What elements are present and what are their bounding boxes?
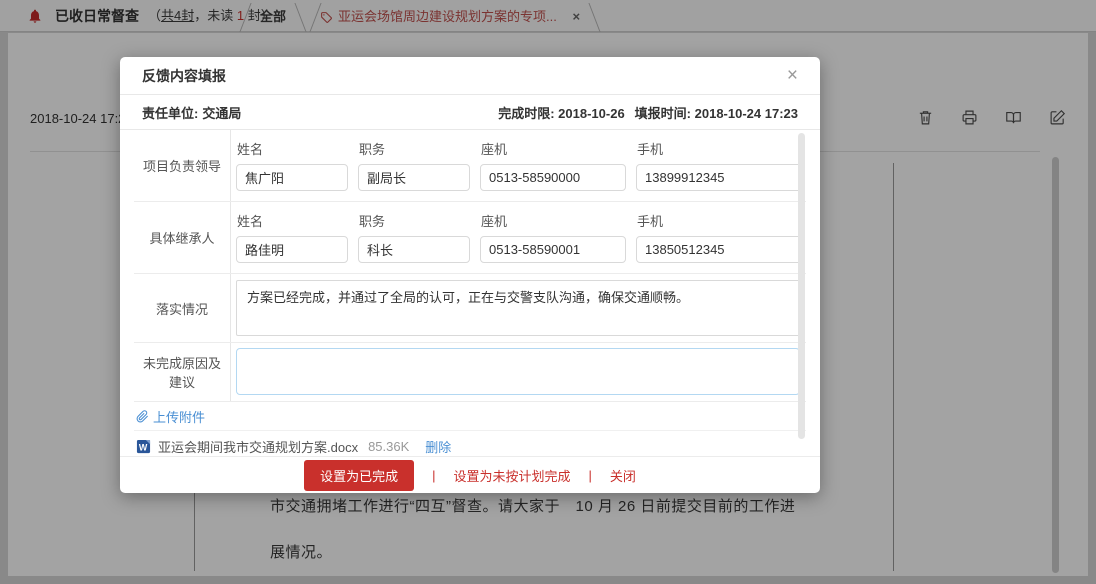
form-row-successor: 具体继承人 姓名 职务 座机 手机 [134, 202, 806, 274]
field-header: 座机 [480, 211, 626, 230]
field-mobile: 手机 [636, 139, 802, 191]
field-header: 职务 [358, 139, 470, 158]
form-row-leader: 项目负责领导 姓名 职务 座机 手机 [134, 130, 806, 202]
field-header: 手机 [636, 211, 802, 230]
field-header: 手机 [636, 139, 802, 158]
filled-value: 2018-10-24 17:23 [695, 106, 798, 121]
attachment-delete-link[interactable]: 删除 [425, 437, 451, 456]
dialog-footer: 设置为已完成 | 设置为未按计划完成 | 关闭 [120, 456, 820, 493]
unit-value: 交通局 [202, 106, 241, 121]
row-fields [231, 343, 806, 401]
form-row-implementation: 落实情况 方案已经完成，并通过了全局的认可，正在与交警支队沟通，确保交通顺畅。 [134, 274, 806, 343]
form-row-uncompleted-reason: 未完成原因及建议 [134, 343, 806, 402]
field-header: 职务 [358, 211, 470, 230]
leader-name-input[interactable] [236, 164, 348, 191]
unit-label: 责任单位: [142, 106, 198, 121]
field-header: 姓名 [236, 139, 348, 158]
close-icon[interactable]: × [787, 66, 798, 85]
row-label: 具体继承人 [134, 202, 231, 273]
deadline-value: 2018-10-26 [558, 106, 625, 121]
filled-label: 填报时间: [635, 106, 691, 121]
field-name: 姓名 [236, 211, 348, 263]
svg-text:W: W [139, 442, 148, 452]
time-info: 完成时限: 2018-10-26 填报时间: 2018-10-24 17:23 [488, 103, 798, 122]
dialog-body: 项目负责领导 姓名 职务 座机 手机 具体继承人 姓名 职务 座机 手机 [120, 130, 820, 456]
footer-separator: | [432, 468, 435, 483]
row-fields: 姓名 职务 座机 手机 [231, 202, 806, 273]
close-button[interactable]: 关闭 [610, 466, 636, 485]
field-position: 职务 [358, 211, 470, 263]
responsible-unit: 责任单位: 交通局 [142, 103, 241, 122]
implementation-textarea[interactable]: 方案已经完成，并通过了全局的认可，正在与交警支队沟通，确保交通顺畅。 [236, 280, 800, 336]
upload-row: 上传附件 [134, 402, 806, 431]
field-landline: 座机 [480, 211, 626, 263]
row-fields: 方案已经完成，并通过了全局的认可，正在与交警支队沟通，确保交通顺畅。 [231, 274, 806, 342]
leader-landline-input[interactable] [480, 164, 626, 191]
upload-label: 上传附件 [153, 407, 205, 426]
paperclip-icon [136, 410, 149, 423]
row-label: 落实情况 [134, 274, 231, 342]
deadline-label: 完成时限: [498, 106, 554, 121]
leader-mobile-input[interactable] [636, 164, 802, 191]
row-label: 未完成原因及建议 [134, 343, 231, 401]
field-header: 姓名 [236, 211, 348, 230]
person-fields: 姓名 职务 座机 手机 [236, 139, 806, 191]
attachment-item: W 亚运会期间我市交通规划方案.docx 85.36K 删除 [134, 431, 806, 456]
footer-separator: | [589, 468, 592, 483]
successor-position-input[interactable] [358, 236, 470, 263]
field-mobile: 手机 [636, 211, 802, 263]
attachment-size: 85.36K [368, 439, 409, 454]
feedback-fill-dialog: 反馈内容填报 × 责任单位: 交通局 完成时限: 2018-10-26 填报时间: … [120, 57, 820, 493]
successor-landline-input[interactable] [480, 236, 626, 263]
dialog-info-row: 责任单位: 交通局 完成时限: 2018-10-26 填报时间: 2018-10-2… [120, 95, 820, 130]
dialog-title: 反馈内容填报 [142, 66, 226, 86]
upload-attachment-link[interactable]: 上传附件 [136, 407, 205, 426]
leader-position-input[interactable] [358, 164, 470, 191]
set-completed-button[interactable]: 设置为已完成 [304, 460, 414, 491]
field-position: 职务 [358, 139, 470, 191]
field-header: 座机 [480, 139, 626, 158]
successor-mobile-input[interactable] [636, 236, 802, 263]
dialog-scrollbar[interactable] [798, 133, 805, 439]
word-doc-icon: W [136, 439, 151, 454]
field-landline: 座机 [480, 139, 626, 191]
uncompleted-reason-textarea[interactable] [236, 348, 800, 395]
person-fields: 姓名 职务 座机 手机 [236, 211, 806, 263]
set-not-completed-button[interactable]: 设置为未按计划完成 [453, 466, 570, 485]
dialog-header: 反馈内容填报 × [120, 57, 820, 95]
row-label: 项目负责领导 [134, 130, 231, 201]
field-name: 姓名 [236, 139, 348, 191]
attachment-filename: 亚运会期间我市交通规划方案.docx [158, 437, 358, 456]
row-fields: 姓名 职务 座机 手机 [231, 130, 806, 201]
successor-name-input[interactable] [236, 236, 348, 263]
